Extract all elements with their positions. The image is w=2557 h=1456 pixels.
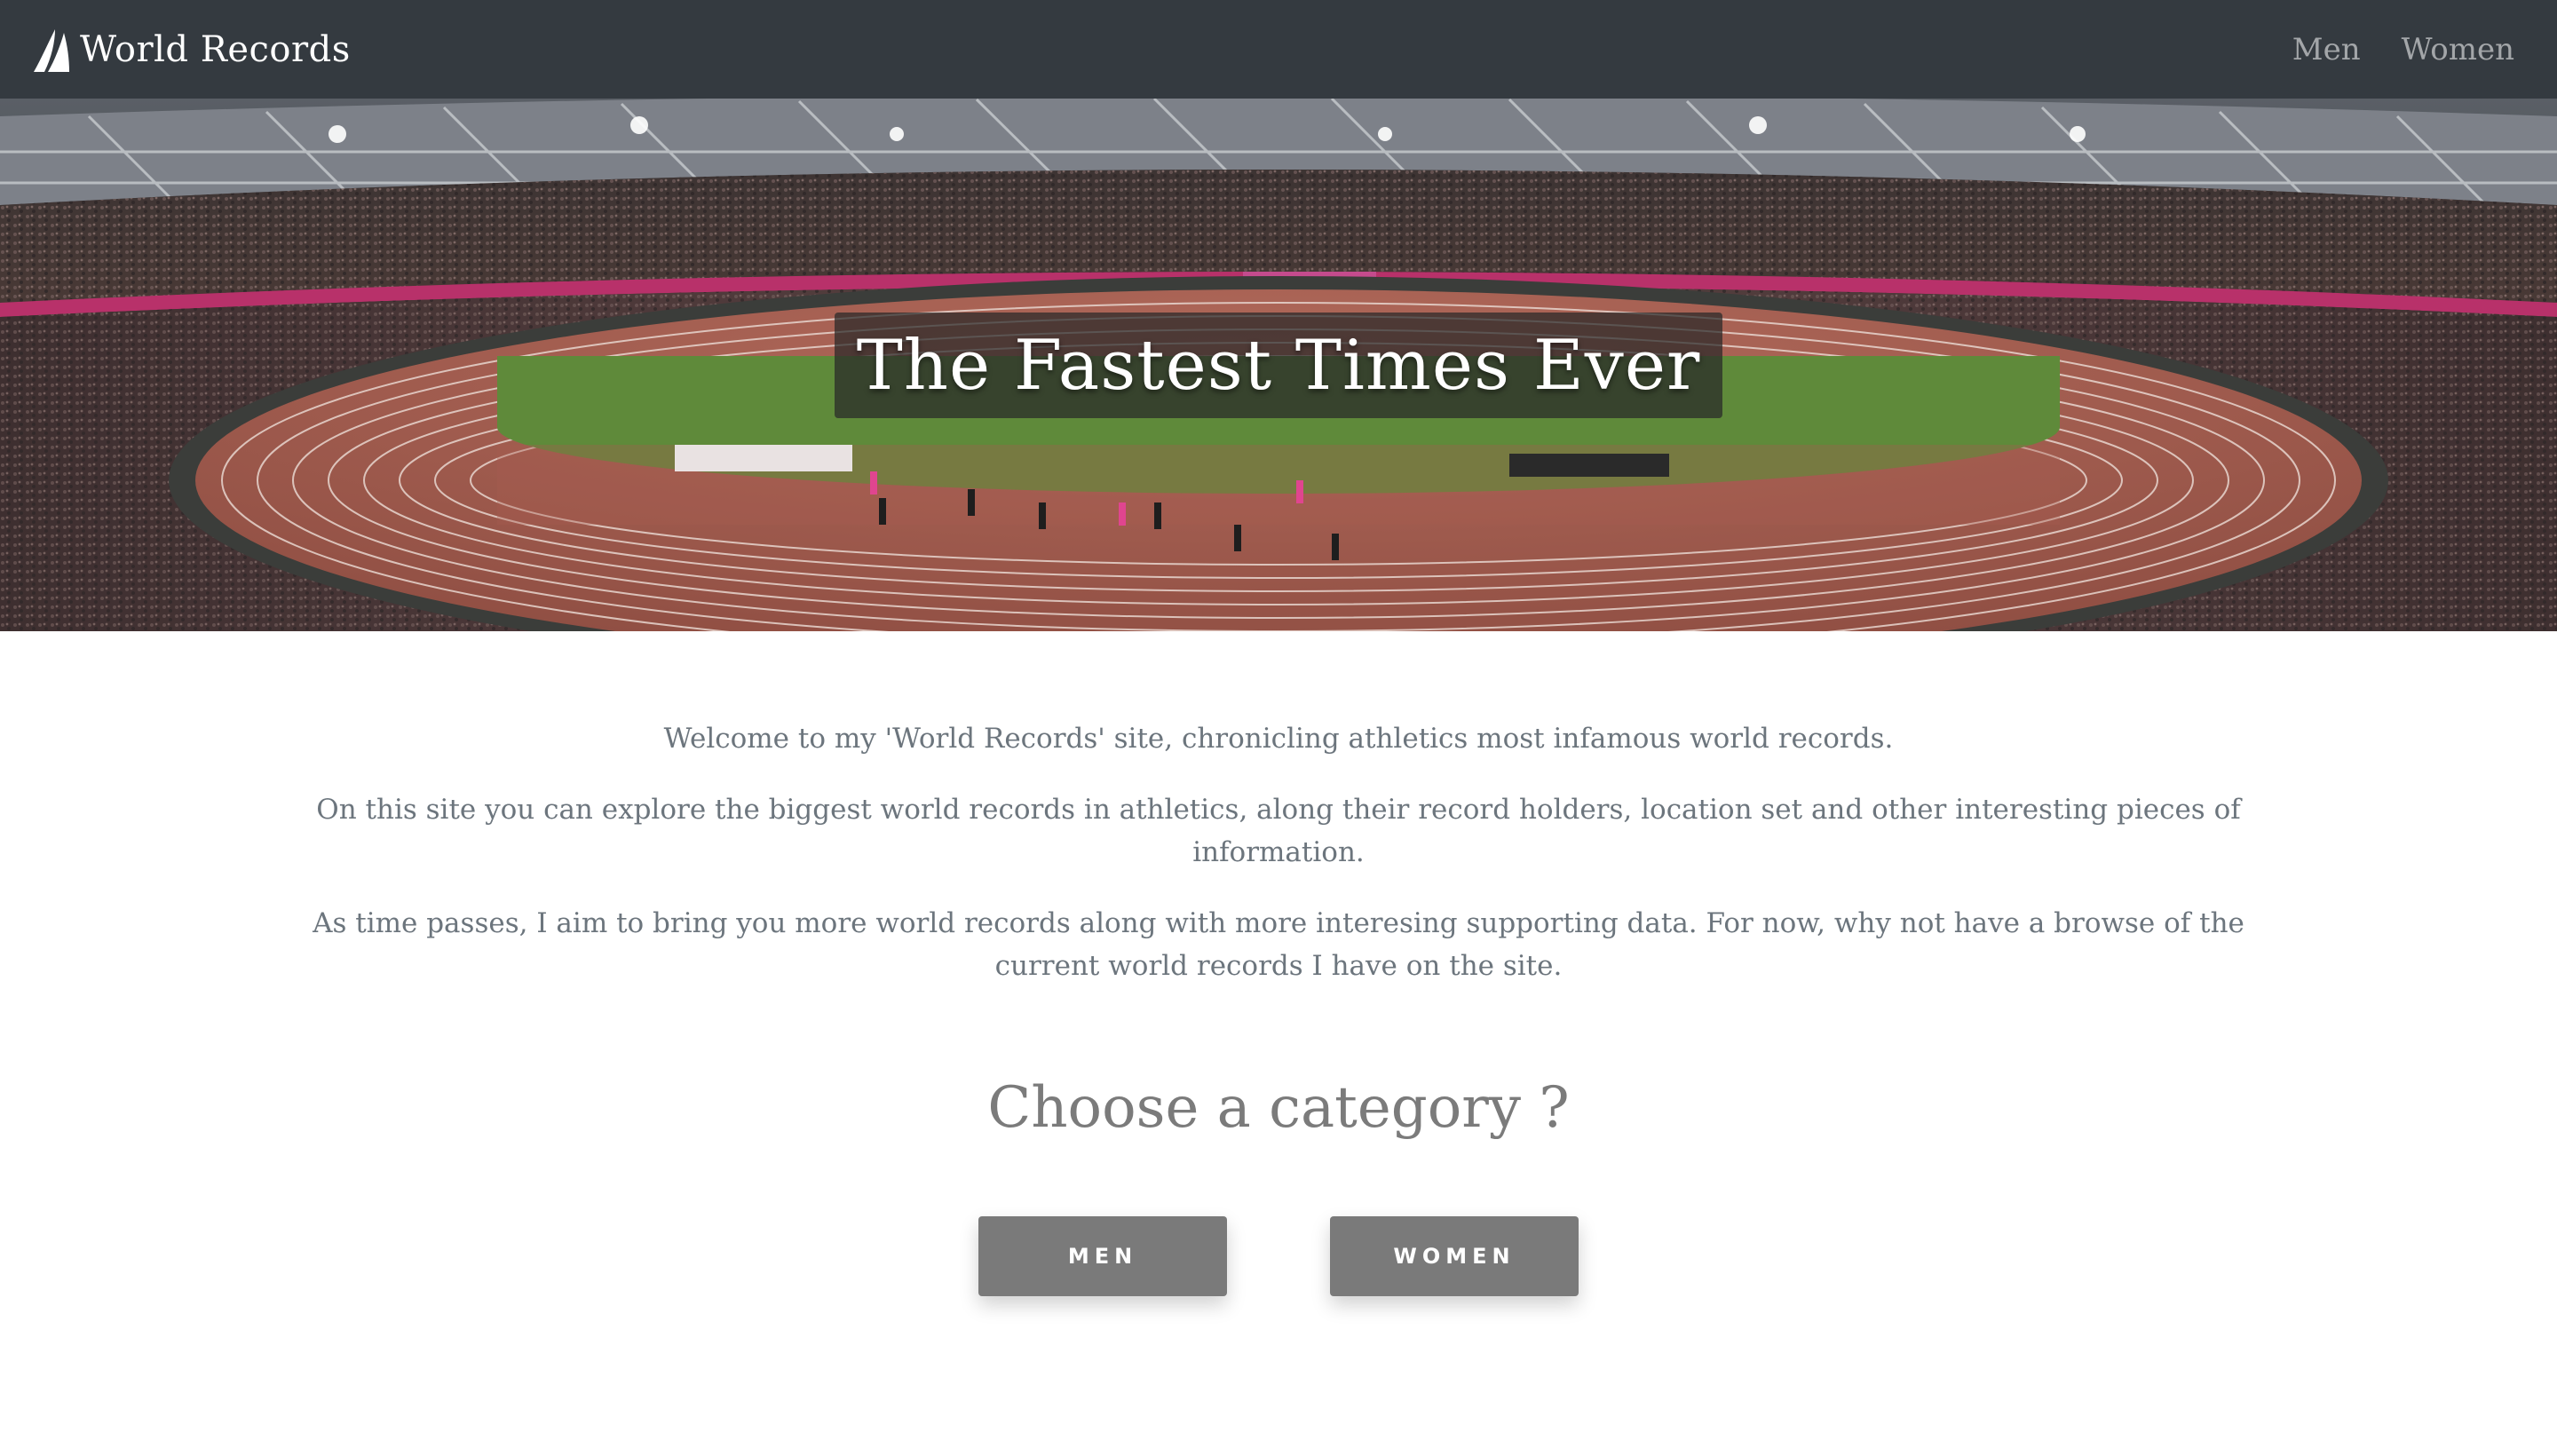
navbar: World Records Men Women <box>0 0 2557 99</box>
nav-links: Men Women <box>2252 32 2514 67</box>
category-heading: Choose a category ? <box>987 1075 1570 1141</box>
intro-text: Welcome to my 'World Records' site, chro… <box>293 631 2264 987</box>
sail-logo-icon <box>34 28 69 72</box>
hero-title: The Fastest Times Ever <box>856 325 1701 406</box>
brand-link[interactable]: World Records <box>28 26 351 74</box>
intro-paragraph-welcome: Welcome to my 'World Records' site, chro… <box>663 723 1894 755</box>
category-buttons: MEN WOMEN <box>0 1216 2557 1296</box>
nav-link-women[interactable]: Women <box>2402 32 2514 67</box>
nav-link-men[interactable]: Men <box>2292 32 2361 67</box>
hero-banner: The Fastest Times Ever <box>0 99 2557 631</box>
brand-name: World Records <box>80 28 351 70</box>
main-content: Welcome to my 'World Records' site, chro… <box>0 631 2557 1296</box>
women-category-button[interactable]: WOMEN <box>1330 1216 1579 1296</box>
intro-paragraph-future: As time passes, I aim to bring you more … <box>313 907 2244 982</box>
intro-paragraph-explore: On this site you can explore the biggest… <box>316 794 2241 868</box>
men-category-button[interactable]: MEN <box>978 1216 1227 1296</box>
